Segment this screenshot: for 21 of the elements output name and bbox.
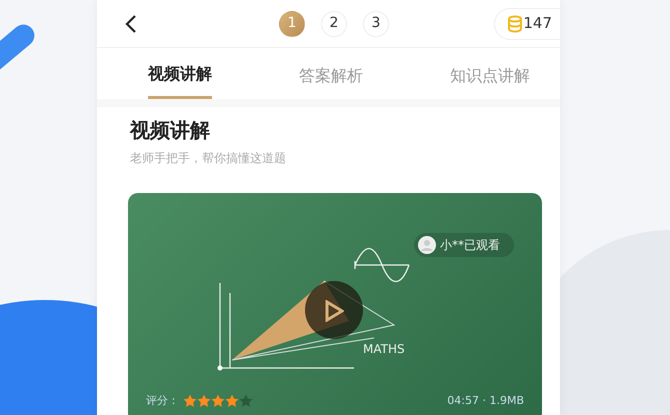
star-filled-icon — [197, 394, 211, 408]
video-thumbnail[interactable]: MATHS 小**已观看 评分： 04:57 · 1.9MB — [128, 193, 542, 415]
star-filled-icon — [183, 394, 197, 408]
rating-label: 评分： — [146, 392, 179, 408]
video-caption: MATHS — [363, 341, 405, 358]
section-subtitle: 老师手把手，帮你搞懂这道题 — [130, 150, 287, 167]
section-title: 视频讲解 — [130, 117, 211, 144]
page-number[interactable]: 2 — [321, 10, 347, 36]
play-button[interactable] — [305, 281, 363, 339]
avatar-icon — [418, 236, 436, 254]
viewer-badge: 小**已观看 — [414, 233, 514, 257]
star-empty-icon — [239, 394, 253, 408]
video-info: 04:57 · 1.9MB — [447, 392, 524, 408]
coin-balance[interactable]: 147 — [494, 8, 560, 40]
star-filled-icon — [211, 394, 225, 408]
coin-count: 147 — [523, 13, 552, 34]
page-number[interactable]: 3 — [363, 10, 389, 36]
play-icon — [324, 300, 344, 322]
coin-stack-icon — [507, 14, 524, 32]
star-filled-icon — [225, 394, 239, 408]
back-icon[interactable] — [125, 14, 137, 34]
